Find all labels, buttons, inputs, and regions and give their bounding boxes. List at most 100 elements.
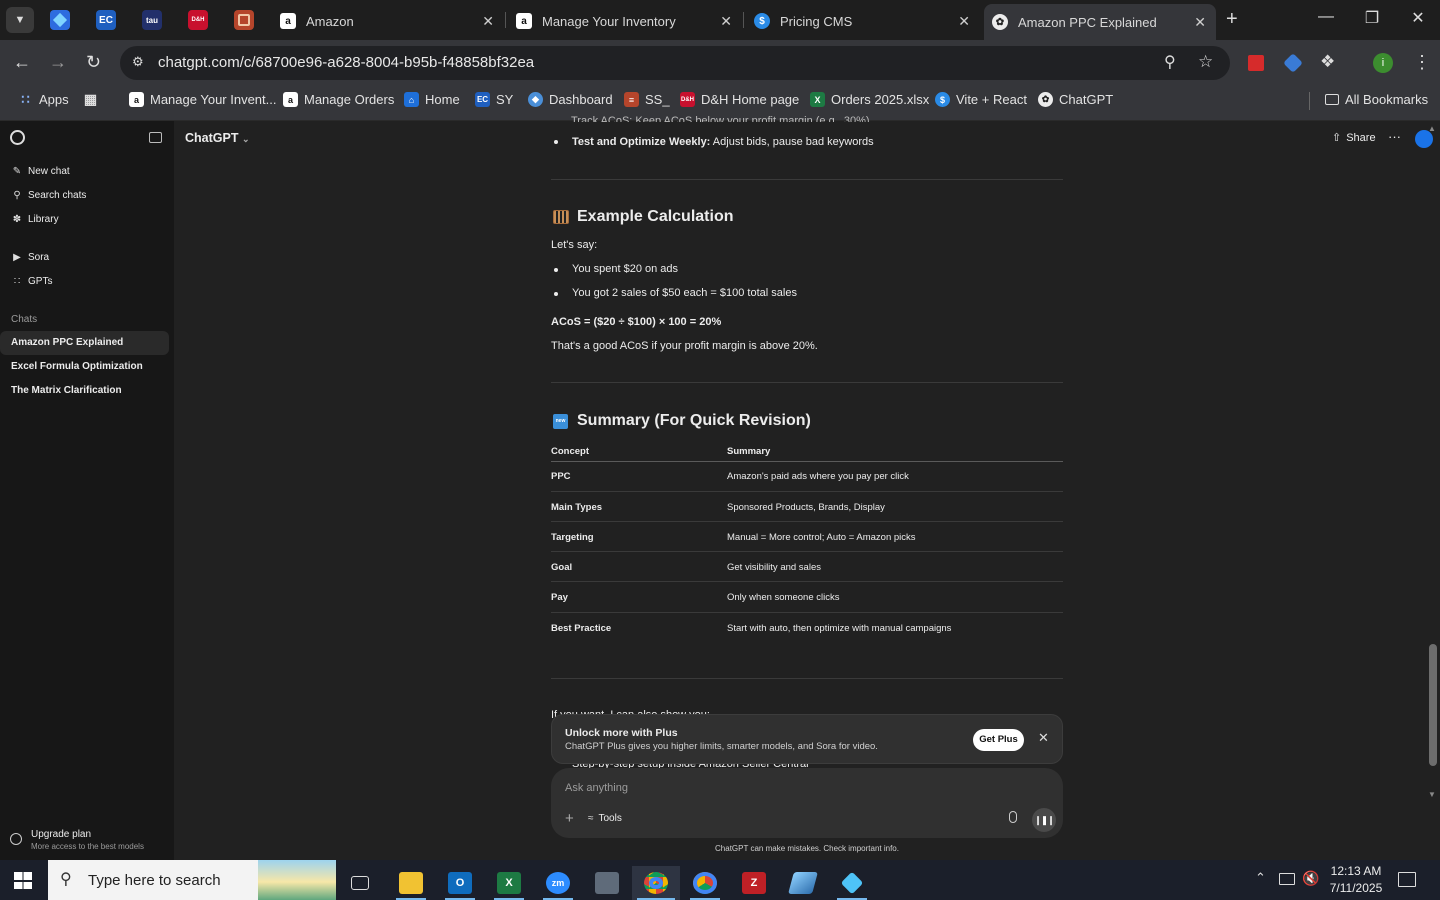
profile-avatar[interactable]: i bbox=[1373, 53, 1393, 73]
bookmark-vite-react[interactable]: $ Vite + React bbox=[935, 92, 1027, 107]
play-circle-icon: ▶ bbox=[13, 252, 21, 263]
reload-button[interactable]: ↻ bbox=[86, 52, 101, 73]
taskbar-chrome-active[interactable] bbox=[632, 866, 680, 900]
bookmark-orders-xlsx[interactable]: X Orders 2025.xlsx bbox=[810, 92, 929, 107]
tab-amazon-ppc-explained[interactable]: ✿ Amazon PPC Explained ✕ bbox=[984, 4, 1216, 40]
bookmark-ss[interactable]: ≡ SS_ bbox=[624, 92, 670, 107]
zoom-icon[interactable]: ⚲ bbox=[1164, 52, 1176, 72]
clock[interactable]: 12:13 AM 7/11/2025 bbox=[1326, 863, 1386, 897]
extensions-icon[interactable]: ❖ bbox=[1320, 52, 1335, 72]
upgrade-plan-button[interactable]: Upgrade plan More access to the best mod… bbox=[10, 827, 170, 853]
chat-item-excel-formula[interactable]: Excel Formula Optimization bbox=[0, 355, 169, 379]
bookmark-sy[interactable]: EC SY bbox=[475, 92, 513, 107]
extension-pdf-icon[interactable] bbox=[1248, 55, 1264, 71]
pinned-tab-4[interactable] bbox=[234, 10, 254, 30]
gpts-label: GPTs bbox=[28, 276, 53, 287]
tools-label: Tools bbox=[598, 813, 622, 824]
search-chats-button[interactable]: ⚲ Search chats bbox=[11, 190, 86, 201]
minimize-button[interactable]: — bbox=[1306, 8, 1346, 26]
task-view-button[interactable] bbox=[340, 866, 380, 900]
taskbar-app-diamond[interactable] bbox=[832, 866, 872, 900]
gpts-button[interactable]: ∷ GPTs bbox=[11, 276, 53, 287]
volume-muted-icon[interactable]: 🔇 bbox=[1302, 870, 1319, 887]
sora-button[interactable]: ▶ Sora bbox=[11, 252, 49, 263]
forward-button[interactable]: → bbox=[49, 52, 67, 73]
openai-logo-icon[interactable] bbox=[10, 130, 25, 145]
bookmark-home[interactable]: ⌂ Home bbox=[404, 92, 460, 107]
collapse-sidebar-icon[interactable] bbox=[149, 132, 162, 143]
bookmark-dashboard[interactable]: ◆ Dashboard bbox=[528, 92, 613, 107]
chat-item-amazon-ppc[interactable]: Amazon PPC Explained bbox=[0, 331, 169, 355]
add-attachment-icon[interactable]: + bbox=[565, 810, 574, 827]
taskbar-calculator[interactable] bbox=[587, 866, 627, 900]
share-button[interactable]: ⇧ Share bbox=[1332, 131, 1376, 145]
close-icon[interactable]: ✕ bbox=[1038, 730, 1049, 746]
table-row-divider bbox=[551, 581, 1063, 582]
taskbar-file-explorer[interactable] bbox=[391, 866, 431, 900]
table-cell-summary: Amazon's paid ads where you pay per clic… bbox=[727, 471, 909, 482]
network-icon[interactable] bbox=[1279, 873, 1295, 885]
summary-heading: new Summary (For Quick Revision) bbox=[553, 412, 811, 430]
more-options-button[interactable]: ··· bbox=[1388, 129, 1401, 144]
address-bar[interactable]: ⚙ chatgpt.com/c/68700e96-a628-8004-b95b-… bbox=[120, 46, 1230, 80]
restore-button[interactable]: ❐ bbox=[1352, 8, 1392, 28]
show-hidden-icons[interactable]: ⌃ bbox=[1255, 870, 1266, 886]
notification-center-icon[interactable] bbox=[1398, 872, 1416, 887]
microphone-icon[interactable] bbox=[1009, 811, 1017, 823]
bookmark-chatgpt[interactable]: ✿ ChatGPT bbox=[1038, 92, 1113, 107]
bookmark-tab-groups[interactable]: ▦ bbox=[83, 91, 104, 107]
bookmark-star-icon[interactable]: ☆ bbox=[1198, 52, 1213, 72]
pinned-tab-dh[interactable]: D&H bbox=[188, 10, 208, 30]
tab-amazon[interactable]: a Amazon ✕ bbox=[270, 6, 504, 36]
scroll-up-icon[interactable]: ▲ bbox=[1428, 124, 1436, 133]
pinned-tab-tau[interactable]: tau bbox=[142, 10, 162, 30]
close-icon[interactable]: ✕ bbox=[720, 13, 732, 30]
start-icon-gap bbox=[14, 880, 32, 882]
chat-item-matrix[interactable]: The Matrix Clarification bbox=[0, 379, 169, 403]
back-button[interactable]: ← bbox=[13, 52, 31, 73]
scroll-down-icon[interactable]: ▼ bbox=[1428, 790, 1436, 799]
tab-pricing-cms[interactable]: $ Pricing CMS ✕ bbox=[744, 6, 980, 36]
taskbar-zoom[interactable]: zm bbox=[538, 866, 578, 900]
library-button[interactable]: ✽ Library bbox=[11, 214, 59, 225]
pinned-tab-label: tau bbox=[146, 15, 158, 25]
bookmark-apps[interactable]: ∷ Apps bbox=[18, 92, 68, 108]
tools-button[interactable]: ≈ Tools bbox=[588, 813, 622, 824]
close-icon[interactable]: ✕ bbox=[958, 13, 970, 30]
new-chat-button[interactable]: ✎ New chat bbox=[11, 166, 70, 177]
taskbar-chrome-2[interactable] bbox=[685, 866, 725, 900]
close-window-button[interactable]: ✕ bbox=[1398, 8, 1438, 28]
all-bookmarks-button[interactable]: All Bookmarks bbox=[1325, 92, 1428, 107]
voice-mode-button[interactable]: ❙❚❙ bbox=[1032, 808, 1056, 832]
get-plus-button[interactable]: Get Plus bbox=[973, 729, 1024, 751]
chat-sidebar: ✎ New chat ⚲ Search chats ✽ Library ▶ So… bbox=[0, 121, 174, 860]
new-tab-button[interactable]: + bbox=[1226, 8, 1238, 31]
bookmark-manage-orders[interactable]: a Manage Orders bbox=[283, 92, 394, 107]
lets-say-text: Let's say: bbox=[551, 239, 598, 251]
table-cell-concept: Targeting bbox=[551, 532, 594, 543]
taskbar-outlook[interactable]: O bbox=[440, 866, 480, 900]
tab-search-button[interactable]: ▼ bbox=[6, 7, 34, 33]
taskbar-filezilla[interactable]: Z bbox=[734, 866, 774, 900]
bookmark-label: Manage Orders bbox=[304, 92, 395, 107]
pinned-tab-ec[interactable]: EC bbox=[96, 10, 116, 30]
close-icon[interactable]: ✕ bbox=[482, 13, 494, 30]
bookmark-manage-inventory[interactable]: a Manage Your Invent... bbox=[129, 92, 276, 107]
model-selector[interactable]: ChatGPT ⌄ bbox=[185, 131, 250, 145]
share-label: Share bbox=[1346, 131, 1376, 144]
bookmark-dh-home[interactable]: D&H D&H Home page bbox=[680, 92, 799, 107]
tab-manage-inventory[interactable]: a Manage Your Inventory ✕ bbox=[506, 6, 742, 36]
pinned-tab-1[interactable] bbox=[50, 10, 70, 30]
taskbar-app-blue[interactable] bbox=[783, 866, 823, 900]
taskbar-excel[interactable]: X bbox=[489, 866, 529, 900]
windows-taskbar: ⚲ Type here to search O X zm Z ⌃ 🔇 12:13… bbox=[0, 860, 1440, 900]
site-settings-icon[interactable]: ⚙ bbox=[132, 54, 144, 70]
scrollbar-thumb[interactable] bbox=[1429, 644, 1437, 766]
windows-start-icon[interactable] bbox=[14, 872, 32, 889]
taskbar-search-box[interactable]: ⚲ Type here to search bbox=[48, 860, 336, 900]
url-text[interactable]: chatgpt.com/c/68700e96-a628-8004-b95b-f4… bbox=[158, 54, 534, 71]
browser-menu-icon[interactable]: ⋮ bbox=[1413, 52, 1431, 73]
message-input[interactable]: Ask anything bbox=[565, 782, 1045, 794]
new-chat-label: New chat bbox=[28, 166, 70, 177]
close-icon[interactable]: ✕ bbox=[1194, 14, 1206, 31]
